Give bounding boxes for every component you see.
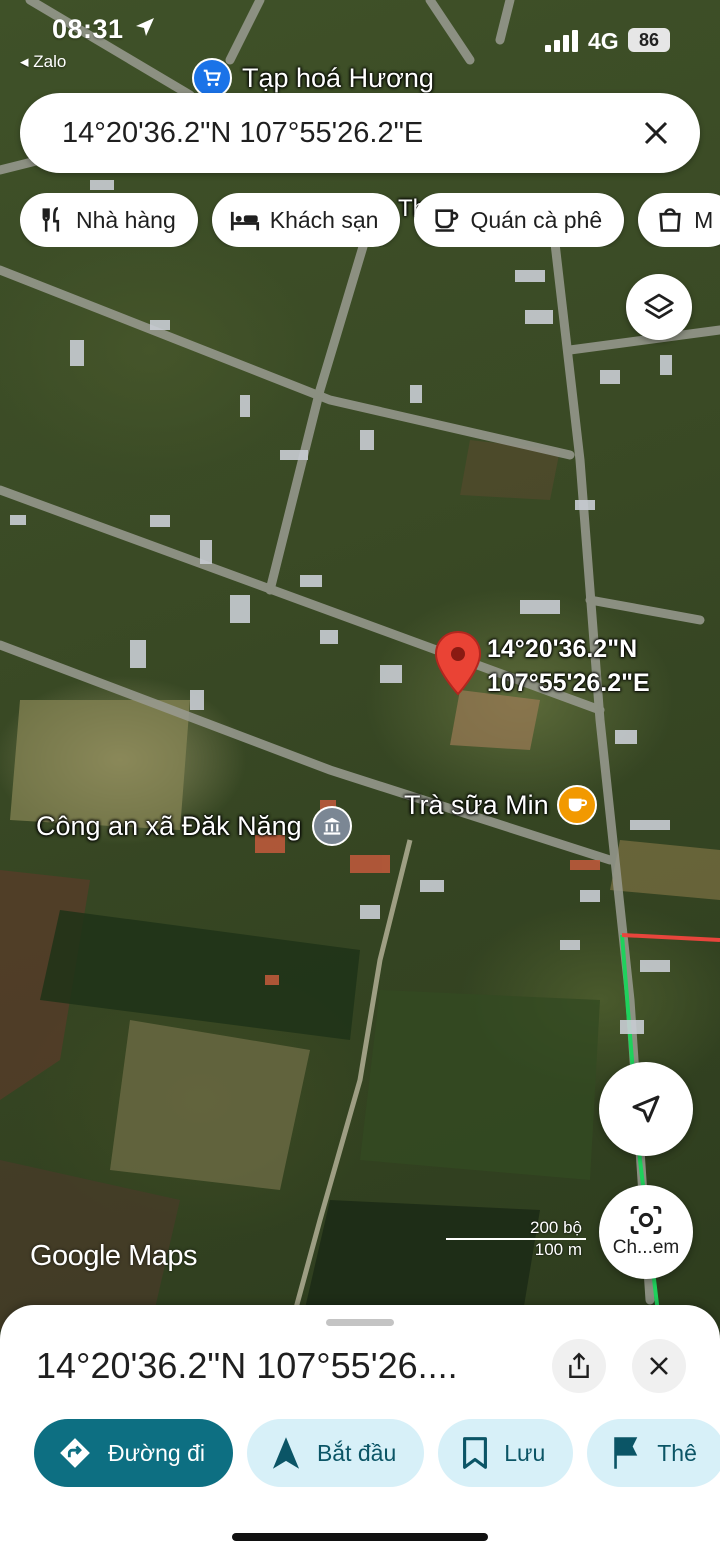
layers-icon (644, 293, 674, 319)
chip-restaurants[interactable]: Nhà hàng (20, 193, 198, 247)
action-label: Đường đi (108, 1439, 205, 1466)
google-maps-logo: Google Maps (30, 1240, 198, 1272)
coffee-cup-icon (556, 785, 597, 825)
clear-search-button[interactable] (636, 113, 676, 153)
chip-hotels[interactable]: Khách sạn (211, 193, 401, 247)
place-actions: Đường đi Bắt đầu Lưu Thê (34, 1419, 720, 1487)
restaurant-icon (42, 207, 60, 232)
share-button[interactable] (552, 1339, 606, 1393)
poi-tra-sua-min[interactable]: Trà sữa Min (404, 785, 597, 825)
poi-tap-hoa-huong[interactable]: Tạp hoá Hương (192, 58, 434, 98)
chip-coffee[interactable]: Quán cà phê (414, 193, 625, 247)
government-building-icon (311, 806, 352, 846)
chip-label: Khách sạn (269, 206, 379, 233)
navigation-arrow-icon (272, 1437, 300, 1469)
directions-icon (60, 1438, 90, 1468)
coffee-icon (435, 209, 459, 232)
bookmark-icon (463, 1437, 488, 1469)
hotel-icon (230, 211, 259, 231)
chip-label: Quán cà phê (470, 206, 603, 233)
map-layers-button[interactable] (626, 274, 692, 340)
search-query[interactable]: 14°20'36.2"N 107°55'26.2"E (62, 117, 636, 150)
chip-label: Nhà hàng (76, 206, 176, 233)
poi-label: Trà sữa Min (404, 789, 549, 820)
share-icon (569, 1352, 589, 1378)
scale-feet: 200 bộ (446, 1218, 586, 1240)
shopping-cart-icon (192, 58, 232, 98)
location-pin-icon[interactable] (434, 630, 482, 696)
action-label: Bắt đầu (316, 1439, 397, 1466)
lens-label: Ch...em (612, 1237, 680, 1258)
pin-label-line2: 107°55'26.2"E (487, 669, 650, 697)
network-type: 4G (588, 28, 619, 54)
place-bottom-sheet: 14°20'36.2"N 107°55'26.... Đường đi Bắt … (0, 1305, 720, 1557)
battery-indicator: 86 (628, 28, 670, 52)
action-label: Lưu (504, 1439, 546, 1466)
drag-handle[interactable] (326, 1319, 394, 1326)
signal-bars-icon (545, 30, 578, 52)
poi-cong-an-xa[interactable]: Công an xã Đăk Năng (36, 806, 352, 846)
search-with-camera-button[interactable]: Ch...em (599, 1185, 693, 1279)
status-time: 08:31 (52, 14, 124, 44)
save-button[interactable]: Lưu (438, 1419, 574, 1487)
shopping-bag-icon (659, 208, 681, 232)
close-icon (650, 1357, 668, 1375)
search-bar[interactable]: 14°20'36.2"N 107°55'26.2"E (20, 93, 700, 173)
chip-shopping[interactable]: M (638, 193, 720, 247)
chip-label: M (694, 206, 714, 233)
action-label: Thê (657, 1439, 697, 1466)
flag-icon (614, 1437, 638, 1469)
map-scale: 200 bộ 100 m (446, 1218, 586, 1260)
close-icon (644, 121, 668, 145)
back-to-app-link[interactable]: ◂ Zalo (20, 52, 66, 72)
directions-button[interactable]: Đường đi (34, 1419, 233, 1487)
camera-lens-icon (630, 1206, 662, 1234)
category-chips: Nhà hàng Khách sạn Quán cà phê M (20, 193, 720, 247)
pin-label-line1: 14°20'36.2"N (487, 635, 638, 663)
home-indicator[interactable] (232, 1533, 488, 1541)
place-title: 14°20'36.2"N 107°55'26.... (36, 1345, 458, 1386)
start-navigation-button[interactable]: Bắt đầu (246, 1419, 425, 1487)
poi-label: Tạp hoá Hương (242, 62, 434, 93)
add-label-button[interactable]: Thê (587, 1419, 720, 1487)
poi-label: Công an xã Đăk Năng (36, 810, 302, 841)
my-location-button[interactable] (599, 1062, 693, 1156)
scale-meters: 100 m (534, 1240, 582, 1259)
navigation-arrow-icon (632, 1095, 660, 1123)
pin-coordinate-label: 14°20'36.2"N 107°55'26.2"E (487, 632, 650, 700)
close-sheet-button[interactable] (632, 1339, 686, 1393)
location-arrow-icon (136, 18, 154, 36)
